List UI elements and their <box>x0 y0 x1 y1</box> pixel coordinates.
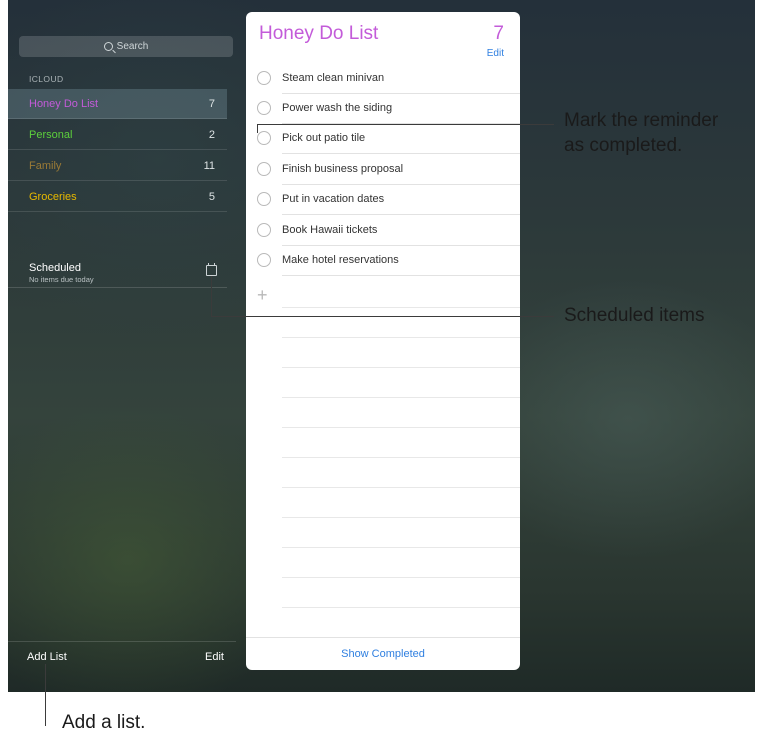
list-name: Honey Do List <box>29 97 99 110</box>
search-placeholder: Search <box>116 41 149 52</box>
panel-count: 7 <box>493 23 504 44</box>
divider <box>282 517 520 518</box>
search-icon <box>103 42 113 51</box>
complete-circle-icon[interactable] <box>257 162 271 176</box>
list-count: 5 <box>208 190 215 203</box>
search-field[interactable]: Search <box>19 36 233 57</box>
reminder-text[interactable]: Steam clean minivan <box>282 72 384 84</box>
reminder-item: Put in vacation dates <box>246 185 520 215</box>
divider <box>282 214 520 215</box>
complete-circle-icon[interactable] <box>257 131 271 145</box>
list-count: 7 <box>208 97 215 110</box>
callout-mark-complete: Mark the reminder as completed. <box>564 108 718 158</box>
divider <box>282 547 520 548</box>
reminders-panel: Honey Do List 7 Edit Steam clean minivan… <box>246 12 520 670</box>
divider <box>282 275 520 276</box>
icloud-section-label: ICLOUD <box>29 74 64 84</box>
callout-add-list: Add a list. <box>62 712 146 733</box>
reminder-text[interactable]: Make hotel reservations <box>282 254 399 266</box>
list-row-groceries[interactable]: Groceries 5 <box>8 182 227 212</box>
divider <box>282 397 520 398</box>
sidebar-edit-button[interactable]: Edit <box>205 651 224 663</box>
callout-leader <box>211 276 212 317</box>
list-name: Family <box>29 159 62 172</box>
reminder-item: Make hotel reservations <box>246 246 520 276</box>
calendar-icon <box>206 263 217 276</box>
divider <box>282 577 520 578</box>
panel-edit-button[interactable]: Edit <box>487 48 504 59</box>
callout-leader <box>45 664 46 726</box>
reminder-text[interactable]: Finish business proposal <box>282 163 403 175</box>
add-list-button[interactable]: Add List <box>27 651 67 663</box>
reminder-item: Finish business proposal <box>246 155 520 185</box>
reminder-item: Book Hawaii tickets <box>246 216 520 246</box>
add-reminder-icon[interactable]: + <box>257 285 268 306</box>
list-name: Personal <box>29 128 73 141</box>
complete-circle-icon[interactable] <box>257 101 271 115</box>
list-name: Groceries <box>29 190 77 203</box>
scheduled-row[interactable]: Scheduled No items due today <box>8 256 227 288</box>
divider <box>282 427 520 428</box>
list-row-personal[interactable]: Personal 2 <box>8 120 227 150</box>
list-count: 2 <box>208 128 215 141</box>
reminder-text[interactable]: Book Hawaii tickets <box>282 224 377 236</box>
complete-circle-icon[interactable] <box>257 253 271 267</box>
divider <box>282 457 520 458</box>
callout-text-line: Mark the reminder <box>564 110 719 131</box>
sidebar-bottom-bar: Add List Edit <box>8 641 236 674</box>
divider <box>282 337 520 338</box>
callout-leader <box>257 124 258 133</box>
complete-circle-icon[interactable] <box>257 71 271 85</box>
reminder-text[interactable]: Power wash the siding <box>282 102 392 114</box>
divider <box>282 487 520 488</box>
scheduled-subtitle: No items due today <box>29 275 94 284</box>
complete-circle-icon[interactable] <box>257 223 271 237</box>
divider <box>282 367 520 368</box>
panel-title: Honey Do List <box>259 23 379 44</box>
divider <box>282 153 520 154</box>
scheduled-title: Scheduled <box>29 262 81 274</box>
show-completed-button[interactable]: Show Completed <box>246 637 520 670</box>
reminder-item: Power wash the siding <box>246 94 520 124</box>
list-count: 11 <box>203 159 215 172</box>
callout-leader <box>211 316 554 317</box>
list-row-honey-do[interactable]: Honey Do List 7 <box>8 89 227 119</box>
reminder-text[interactable]: Pick out patio tile <box>282 132 365 144</box>
callout-text-line: as completed. <box>564 135 683 156</box>
complete-circle-icon[interactable] <box>257 192 271 206</box>
ipad-screen: Search ICLOUD Honey Do List 7 Personal 2… <box>8 0 755 692</box>
reminder-item: Pick out patio tile <box>246 124 520 154</box>
list-row-family[interactable]: Family 11 <box>8 151 227 181</box>
callout-scheduled: Scheduled items <box>564 305 705 326</box>
sidebar: Search ICLOUD Honey Do List 7 Personal 2… <box>8 0 236 692</box>
divider <box>282 607 520 608</box>
divider <box>282 307 520 308</box>
reminder-item: Steam clean minivan <box>246 64 520 94</box>
callout-leader <box>257 124 554 125</box>
reminder-text[interactable]: Put in vacation dates <box>282 193 384 205</box>
